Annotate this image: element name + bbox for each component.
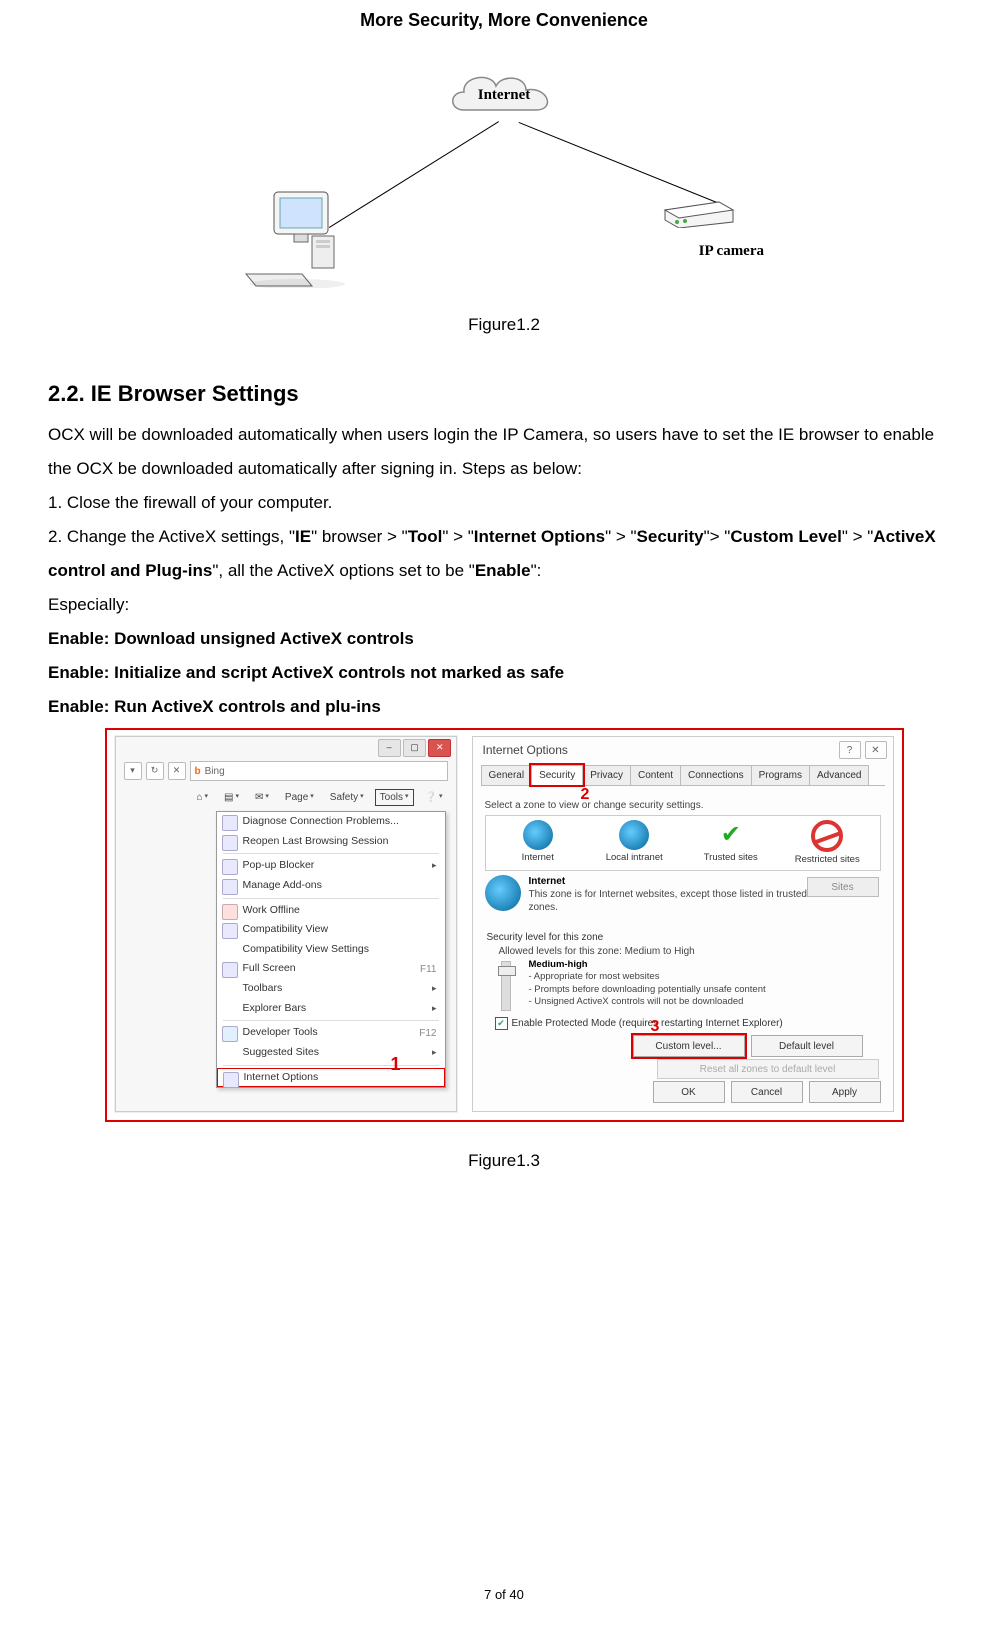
cancel-button[interactable]: Cancel [731,1081,803,1103]
menu-internet-options[interactable]: Internet Options [217,1068,445,1088]
internet-options-dialog: Internet Options ? ✕ General Security Pr… [472,736,894,1112]
annotation-1: 1 [391,1053,401,1076]
gear-icon [223,1072,239,1088]
zone-trusted[interactable]: ✔Trusted sites [691,820,771,866]
protected-mode-label: Enable Protected Mode (requires restarti… [512,1017,783,1030]
window-controls: – ▢ ✕ [378,739,452,757]
menu-explorer-bars[interactable]: Explorer Bars▸ [217,999,445,1019]
enable-line-2: Enable: Initialize and script ActiveX co… [48,656,960,690]
tools-menu[interactable]: Tools ▾ [375,789,414,806]
menu-compat-settings[interactable]: Compatibility View Settings [217,940,445,960]
search-box[interactable]: bBing [190,761,448,781]
protected-mode-row[interactable]: ✔ Enable Protected Mode (requires restar… [495,1017,783,1030]
ie-toolbar: ⌂ ▾ ▤ ▾ ✉ ▾ Page ▾ Safety ▾ Tools ▾ ❔▾ [124,787,448,807]
popup-icon [222,859,238,875]
ip-camera-label: IP camera [699,236,764,266]
computer-icon [242,188,352,288]
default-level-button[interactable]: Default level [751,1035,863,1057]
feeds-icon[interactable]: ▤ ▾ [219,789,244,806]
security-level-label: Security level for this zone [487,931,604,944]
help-icon[interactable]: ? [839,741,861,759]
sites-button[interactable]: Sites [807,877,879,897]
menu-diagnose[interactable]: Diagnose Connection Problems... [217,812,445,832]
maximize-button[interactable]: ▢ [403,739,426,757]
fullscreen-icon [222,962,238,978]
menu-devtools[interactable]: Developer ToolsF12 [217,1023,445,1043]
tab-general[interactable]: General [481,765,533,785]
security-level-range: Allowed levels for this zone: Medium to … [499,945,695,958]
apply-button[interactable]: Apply [809,1081,881,1103]
dialog-title: Internet Options [483,743,568,759]
globe-icon [485,875,521,911]
checkbox-icon[interactable]: ✔ [495,1017,508,1030]
zone-restricted[interactable]: Restricted sites [787,820,867,866]
security-slider[interactable] [501,961,511,1011]
figure-1-3-screenshot: – ▢ ✕ ▾ ↻ ✕ bBing ⌂ ▾ ▤ ▾ ✉ ▾ Page ▾ Saf… [105,728,904,1122]
zone-local-intranet[interactable]: Local intranet [594,820,674,866]
figure-1-2-diagram: Internet IP camera [234,68,774,288]
addons-icon [222,879,238,895]
page-number: 7 of 40 [0,1582,1008,1608]
tools-dropdown: Diagnose Connection Problems... Reopen L… [216,811,446,1088]
enable-line-1: Enable: Download unsigned ActiveX contro… [48,622,960,656]
compat-icon [222,923,238,939]
mail-icon[interactable]: ✉ ▾ [250,789,274,806]
menu-suggested[interactable]: Suggested Sites▸ [217,1043,445,1063]
step-1: 1. Close the firewall of your computer. [48,486,960,520]
ip-camera-icon [659,188,739,228]
offline-icon [222,904,238,920]
custom-level-button[interactable]: Custom level... [633,1035,745,1057]
page-header: More Security, More Convenience [48,0,960,38]
diagnose-icon [222,815,238,831]
slider-thumb[interactable] [498,966,516,976]
dropdown-icon[interactable]: ▾ [124,762,142,780]
enable-line-3: Enable: Run ActiveX controls and plu-ins [48,690,960,724]
reset-zones-button[interactable]: Reset all zones to default level [657,1059,879,1079]
globe-icon [619,820,649,850]
refresh-icon[interactable]: ↻ [146,762,164,780]
close-icon[interactable]: ✕ [865,741,887,759]
address-bar-row: ▾ ↻ ✕ bBing [124,761,448,781]
tab-programs[interactable]: Programs [751,765,810,785]
menu-popup[interactable]: Pop-up Blocker▸ [217,856,445,876]
home-icon[interactable]: ⌂ ▾ [191,789,213,806]
step-2: 2. Change the ActiveX settings, "IE" bro… [48,520,960,588]
page-menu[interactable]: Page ▾ [280,789,319,806]
devtools-icon [222,1026,238,1042]
dialog-tabs: General Security Privacy Content Connect… [481,765,885,786]
ok-button[interactable]: OK [653,1081,725,1103]
security-description: Medium-high - Appropriate for most websi… [529,959,879,1008]
menu-compat[interactable]: Compatibility View [217,920,445,940]
menu-toolbars[interactable]: Toolbars▸ [217,979,445,999]
tab-privacy[interactable]: Privacy [582,765,631,785]
minimize-button[interactable]: – [378,739,401,757]
safety-menu[interactable]: Safety ▾ [325,789,369,806]
zone-list: Internet Local intranet ✔Trusted sites R… [485,815,881,871]
check-icon: ✔ [716,820,746,850]
cloud-label: Internet [444,68,564,122]
stop-icon[interactable]: ✕ [168,762,186,780]
intro-paragraph: OCX will be downloaded automatically whe… [48,418,960,486]
help-icon[interactable]: ❔▾ [420,789,448,806]
especially-label: Especially: [48,588,960,622]
globe-icon [523,820,553,850]
figure-1-3-caption: Figure1.3 [48,1144,960,1178]
zone-hint: Select a zone to view or change security… [485,799,704,812]
menu-fullscreen[interactable]: Full ScreenF11 [217,959,445,979]
no-entry-icon [811,820,843,852]
tab-advanced[interactable]: Advanced [809,765,869,785]
zone-internet[interactable]: Internet [498,820,578,866]
ie-window: – ▢ ✕ ▾ ↻ ✕ bBing ⌂ ▾ ▤ ▾ ✉ ▾ Page ▾ Saf… [115,736,457,1112]
tab-connections[interactable]: Connections [680,765,752,785]
figure-1-2-caption: Figure1.2 [48,308,960,342]
menu-reopen[interactable]: Reopen Last Browsing Session [217,832,445,852]
tab-security[interactable]: Security [531,765,583,785]
tab-content[interactable]: Content [630,765,681,785]
section-heading: 2.2. IE Browser Settings [48,372,960,416]
menu-offline[interactable]: Work Offline [217,901,445,921]
close-button[interactable]: ✕ [428,739,451,757]
cloud-icon: Internet [444,68,564,122]
reopen-icon [222,835,238,851]
menu-addons[interactable]: Manage Add-ons [217,876,445,896]
